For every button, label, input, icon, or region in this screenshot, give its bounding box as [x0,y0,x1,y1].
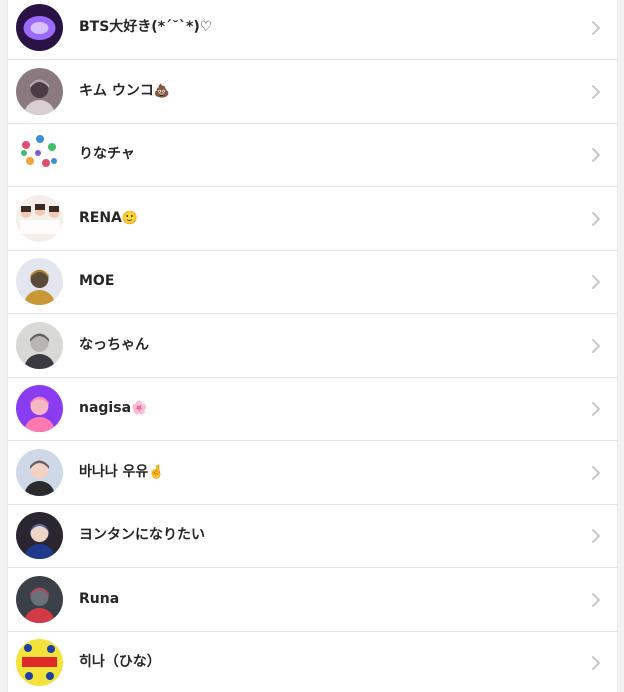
avatar [16,575,63,623]
friend-row[interactable]: 히나（ひな） [8,631,617,692]
friend-name-text: なっちゃん [79,336,149,353]
friend-name-text: キム ウンコ [79,82,154,99]
friend-row[interactable]: nagisa🌸 [8,377,617,441]
friend-name: キム ウンコ💩 [79,60,170,123]
chevron-right-icon [592,211,600,226]
avatar [16,258,63,305]
friend-name: なっちゃん [79,314,149,377]
avatar [16,67,63,115]
avatar [16,4,63,51]
chevron-right-icon [592,84,600,99]
name-emoji: 🤞 [148,464,165,480]
chevron-right-icon [592,402,600,416]
person-photo-icon [16,321,63,369]
friend-row[interactable]: Runa [8,568,617,632]
friend-name: nagisa🌸 [79,377,147,440]
purple-logo-icon [16,4,63,51]
friend-name-text: りなチャ [79,146,135,162]
friend-name: 히나（ひな） [79,631,161,692]
friend-row[interactable]: BTS大好き(*´˘`*)♡ [8,0,617,60]
friend-name-text: 히나（ひな） [79,654,161,670]
avatar [16,385,63,432]
friend-name: BTS大好き(*´˘`*)♡ [79,0,212,59]
friend-row[interactable]: 바나나 우유🤞 [8,441,617,505]
person-photo-icon [16,258,63,305]
person-photo-icon [16,512,63,559]
friend-row[interactable]: りなチャ [8,123,617,187]
person-photo-icon [16,385,63,432]
friend-list: BTS大好き(*´˘`*)♡ キム ウンコ💩 りなチャ RENA🙂 MOE なっ… [7,0,618,692]
friend-name-text: Runa [79,590,120,607]
name-emoji: 🙂 [121,210,139,226]
person-photo-icon [16,575,63,623]
friend-name: 바나나 우유🤞 [79,441,164,504]
friend-name-text: RENA [79,209,122,226]
avatar [16,194,63,242]
friend-name-text: BTS大好き(*´˘`*)♡ [79,19,213,35]
avatar [16,131,63,178]
avatar [16,448,63,496]
friend-row[interactable]: なっちゃん [8,314,617,378]
friend-name: RENA🙂 [79,187,138,250]
friend-name: りなチャ [79,123,135,186]
person-photo-icon [16,448,63,496]
avatar [16,321,63,369]
friend-row[interactable]: RENA🙂 [8,187,617,251]
person-photo-icon [16,67,63,115]
colorful-collage-icon [16,131,63,178]
chevron-right-icon [592,21,600,35]
friend-name: Runa [79,568,119,631]
group-photo-icon [16,194,63,242]
friend-row[interactable]: キム ウンコ💩 [8,60,617,124]
chevron-right-icon [592,529,600,543]
friend-name-text: nagisa [79,400,132,416]
chevron-right-icon [592,656,600,670]
friend-row[interactable]: ヨンタンになりたい [8,504,617,568]
avatar [16,512,63,559]
friend-name: ヨンタンになりたい [79,504,205,567]
marvel-pattern-icon [16,639,63,686]
name-emoji: 🌸 [131,401,148,416]
chevron-right-icon [592,465,600,480]
friend-name: MOE [79,250,114,313]
friend-row[interactable]: MOE [8,250,617,314]
friend-name-text: 바나나 우유 [79,463,149,480]
chevron-right-icon [592,592,600,607]
name-emoji: 💩 [153,83,171,99]
chevron-right-icon [592,275,600,289]
chevron-right-icon [592,148,600,162]
friend-name-text: ヨンタンになりたい [79,527,205,543]
friend-name-text: MOE [79,273,115,289]
avatar [16,639,63,686]
chevron-right-icon [592,338,600,353]
